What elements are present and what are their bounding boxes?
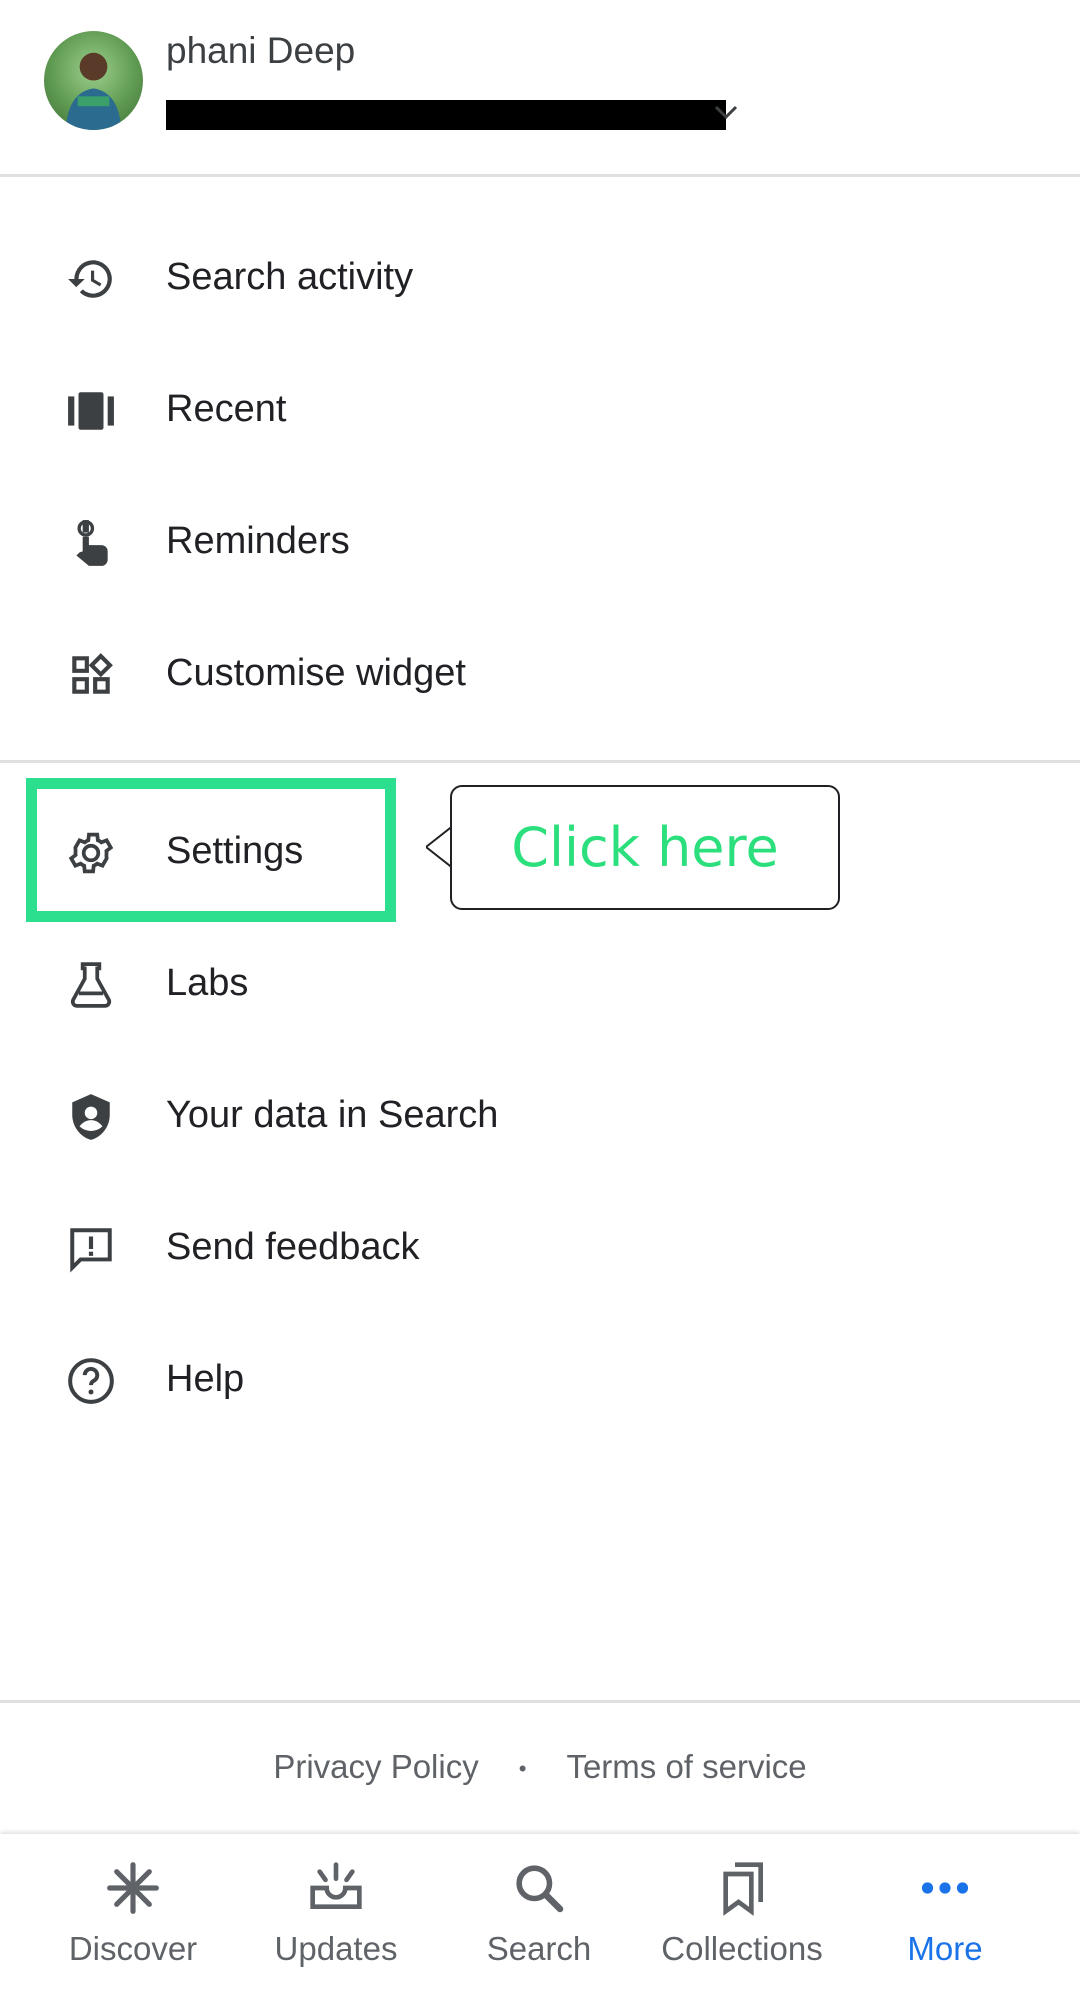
terms-of-service-link[interactable]: Terms of service (566, 1748, 806, 1786)
more-dots-icon (917, 1860, 973, 1916)
account-header[interactable]: phani Deep (0, 0, 1080, 175)
recent-cards-icon (66, 386, 116, 436)
updates-tray-icon (308, 1860, 364, 1916)
menu-label: Recent (166, 388, 287, 430)
flask-icon (66, 960, 116, 1010)
menu-item-send-feedback[interactable]: Send feedback (0, 1180, 1080, 1312)
history-icon (66, 254, 116, 304)
privacy-policy-link[interactable]: Privacy Policy (273, 1748, 478, 1786)
nav-item-search[interactable]: Search (439, 1834, 639, 1990)
divider (0, 760, 1080, 763)
nav-item-more[interactable]: More (845, 1834, 1045, 1990)
bottom-navigation: Discover Updates Search Collections More (0, 1834, 1080, 1990)
menu-label: Customise widget (166, 652, 466, 694)
nav-item-collections[interactable]: Collections (642, 1834, 842, 1990)
nav-item-updates[interactable]: Updates (236, 1834, 436, 1990)
menu-label: Your data in Search (166, 1094, 499, 1136)
nav-label: Discover (68, 1930, 198, 1967)
menu-item-customise-widget[interactable]: Customise widget (0, 606, 1080, 738)
nav-label: More (907, 1930, 983, 1967)
nav-item-discover[interactable]: Discover (33, 1834, 233, 1990)
nav-label: Updates (274, 1930, 398, 1967)
shield-person-icon (66, 1092, 116, 1142)
asterisk-icon (105, 1860, 161, 1916)
menu-item-recent[interactable]: Recent (0, 342, 1080, 474)
feedback-icon (66, 1224, 116, 1274)
separator-dot: • (518, 1756, 527, 1782)
footer-links: Privacy Policy • Terms of service (0, 1748, 1080, 1786)
menu-label: Reminders (166, 520, 350, 562)
menu-label: Help (166, 1358, 245, 1400)
menu-label: Search activity (166, 256, 414, 298)
menu-label: Labs (166, 962, 249, 1004)
menu-label: Send feedback (166, 1226, 420, 1268)
nav-label: Search (486, 1930, 592, 1967)
divider (0, 174, 1080, 177)
menu-item-labs[interactable]: Labs (0, 916, 1080, 1048)
menu-item-your-data[interactable]: Your data in Search (0, 1048, 1080, 1180)
click-here-callout: Click here (450, 785, 840, 910)
help-icon (66, 1356, 116, 1406)
widgets-icon (66, 650, 116, 700)
chevron-down-icon[interactable] (710, 96, 742, 128)
account-email-redacted (166, 100, 726, 130)
settings-highlight-box (26, 778, 396, 922)
account-name: phani Deep (166, 30, 356, 71)
avatar (44, 31, 143, 130)
collections-bookmark-icon (714, 1860, 770, 1916)
search-icon (511, 1860, 567, 1916)
callout-text: Click here (511, 816, 779, 879)
menu-item-reminders[interactable]: Reminders (0, 474, 1080, 606)
reminder-hand-icon (66, 518, 116, 568)
menu-item-help[interactable]: Help (0, 1312, 1080, 1444)
divider (0, 1700, 1080, 1703)
menu-item-search-activity[interactable]: Search activity (0, 210, 1080, 342)
nav-label: Collections (661, 1930, 823, 1967)
